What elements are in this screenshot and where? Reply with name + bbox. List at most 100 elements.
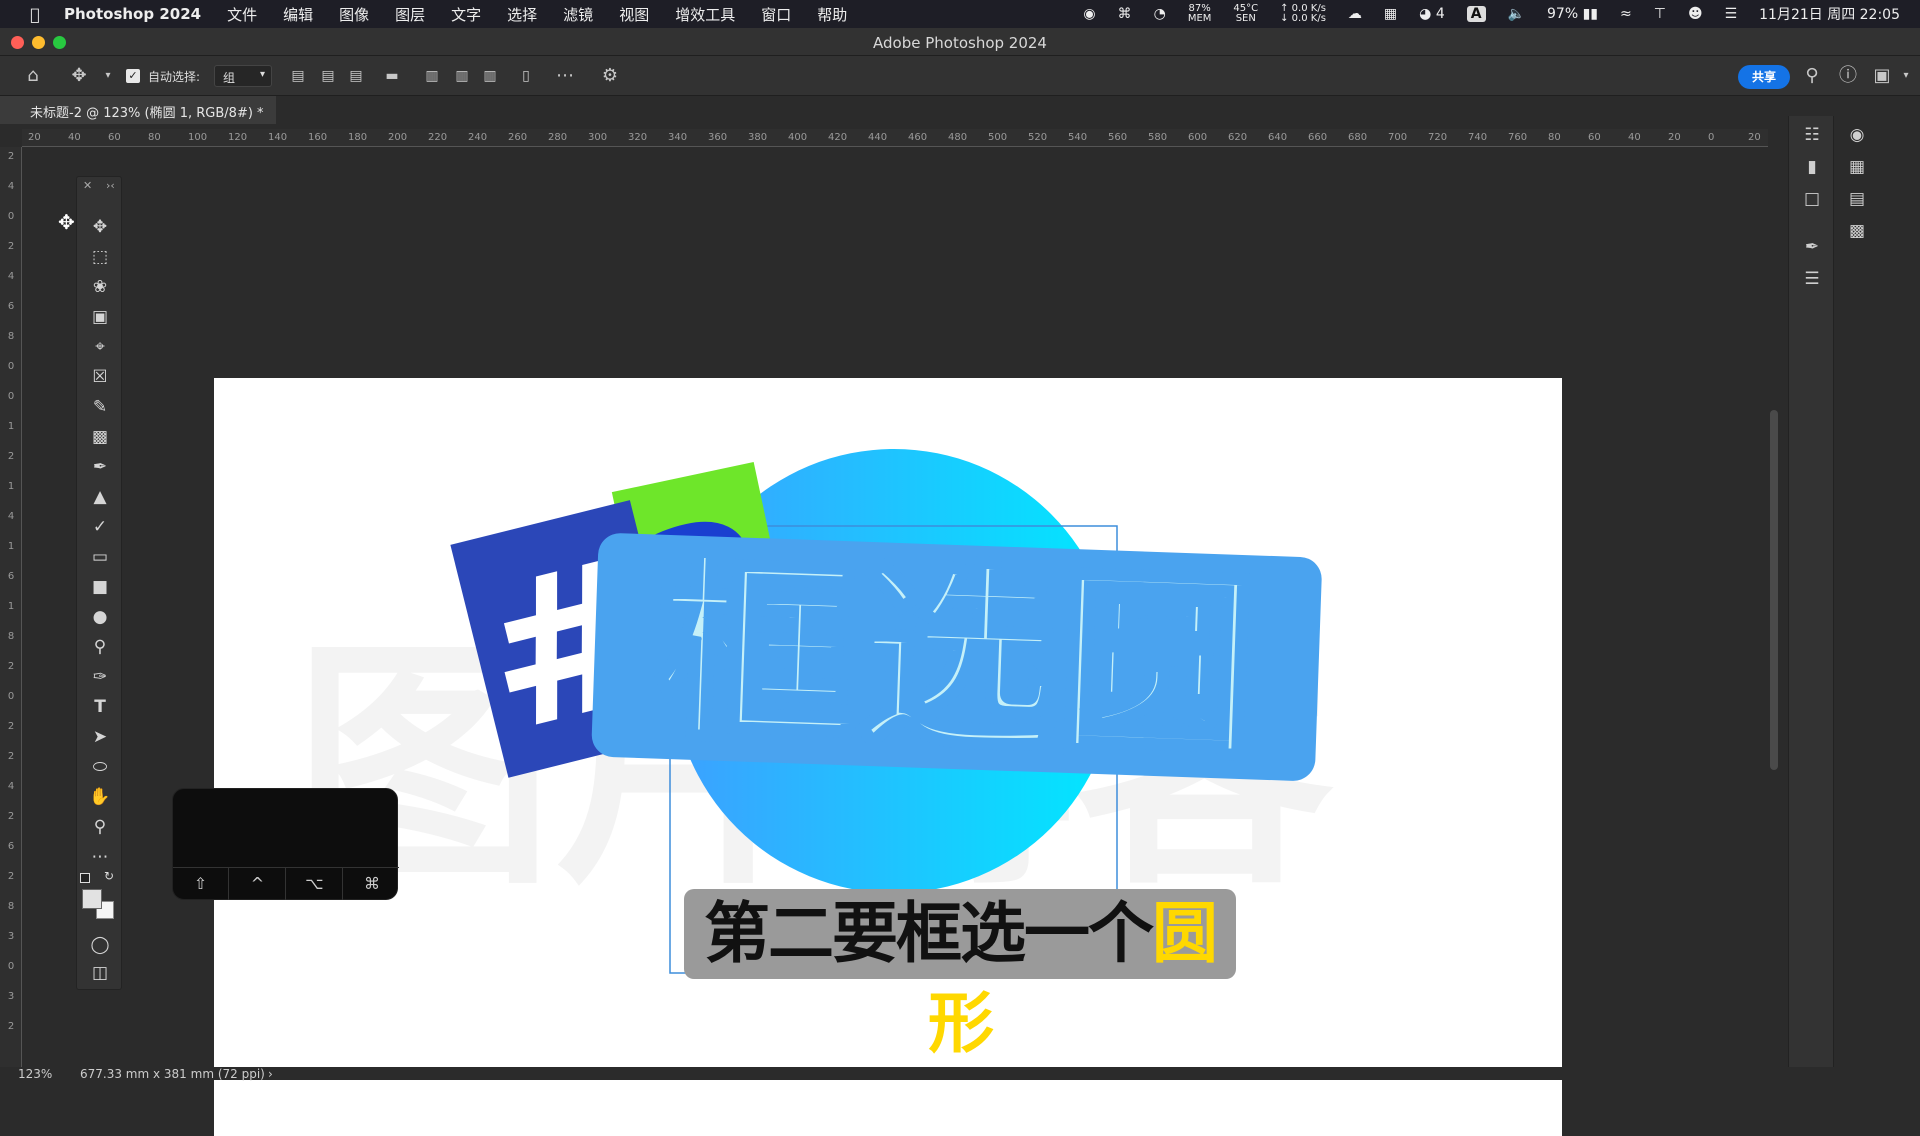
workspace-icon[interactable]: ▣: [1870, 64, 1894, 88]
menu-plugins[interactable]: 增效工具: [675, 4, 735, 25]
hand-tool-icon[interactable]: ✋: [88, 785, 112, 809]
battery-percent: 97%: [1547, 6, 1579, 22]
chevron-down-icon[interactable]: ▾: [96, 64, 120, 88]
home-icon[interactable]: ⌂: [21, 64, 45, 88]
auto-select-dropdown[interactable]: 组 ▾: [214, 65, 272, 87]
vertical-scrollbar[interactable]: [1770, 410, 1778, 770]
swap-colors-icon[interactable]: ↻: [104, 869, 114, 883]
frame-tool-icon[interactable]: ☒: [88, 365, 112, 389]
menu-help[interactable]: 帮助: [817, 4, 847, 25]
ruler-tick-label: 180: [348, 132, 368, 143]
object-select-tool-icon[interactable]: ▣: [88, 305, 112, 329]
history-panel-icon[interactable]: ☷: [1799, 122, 1825, 148]
pen-tool-icon[interactable]: ✑: [88, 665, 112, 689]
chevron-down-icon[interactable]: ▾: [1894, 64, 1918, 88]
grid-app-icon[interactable]: ▦: [1384, 6, 1397, 22]
apple-icon[interactable]: : [24, 5, 46, 24]
align-middle-icon[interactable]: ▥: [450, 64, 474, 88]
gradients-icon[interactable]: ▤: [1844, 186, 1870, 212]
user-icon[interactable]: ☻: [1688, 6, 1703, 22]
move-tool-icon[interactable]: ✥: [88, 215, 112, 239]
gear-icon[interactable]: ⚙: [598, 64, 622, 88]
patterns-icon[interactable]: ▩: [1844, 218, 1870, 244]
swatches-icon[interactable]: ▦: [1844, 154, 1870, 180]
adjustments-panel-icon[interactable]: ☰: [1799, 266, 1825, 292]
stamp-tool-icon[interactable]: ▲: [88, 485, 112, 509]
auto-select-checkbox[interactable]: ✓: [126, 69, 140, 83]
quick-mask-icon[interactable]: ◯: [88, 933, 112, 957]
more-tools-icon[interactable]: ⋯: [88, 845, 112, 869]
type-tool-icon[interactable]: T: [88, 695, 112, 719]
share-button[interactable]: 共享: [1738, 65, 1790, 89]
ellipse-tool-icon[interactable]: ⬭: [88, 755, 112, 779]
tool-icon[interactable]: ⊤: [1654, 6, 1666, 22]
move-tool-preset-icon[interactable]: ✥: [67, 64, 91, 88]
menu-filter[interactable]: 滤镜: [563, 4, 593, 25]
search-icon[interactable]: ⚲: [1800, 64, 1824, 88]
horizontal-ruler[interactable]: 20 40 60 80 100 120 140 160 180 200 220 240 260 280 30…: [22, 129, 1841, 147]
zoom-level[interactable]: 123%: [18, 1067, 52, 1081]
control-center-icon[interactable]: ☰: [1725, 6, 1738, 22]
mem-stat[interactable]: 87% MEM: [1188, 4, 1212, 24]
ruler-tick-label: 660: [1308, 132, 1328, 143]
collapse-icon[interactable]: ›‹: [106, 179, 115, 192]
wechat-icon[interactable]: ◕ 4: [1419, 6, 1445, 22]
help-icon[interactable]: ⓘ: [1836, 64, 1860, 88]
eyedropper-tool-icon[interactable]: ✎: [88, 395, 112, 419]
align-center-icon[interactable]: ▤: [316, 64, 340, 88]
macos-menubar:  Photoshop 2024 文件 编辑 图像 图层 文字 选择 滤镜 视图…: [0, 0, 1920, 28]
input-method-icon[interactable]: A: [1466, 6, 1486, 22]
activity-icon[interactable]: ◔: [1154, 6, 1166, 22]
subtitle-main: 第二要框选一个: [704, 895, 1154, 972]
menu-view[interactable]: 视图: [619, 4, 649, 25]
zoom-tool-icon[interactable]: ⚲: [88, 815, 112, 839]
path-select-tool-icon[interactable]: ➤: [88, 725, 112, 749]
menu-edit[interactable]: 编辑: [283, 4, 313, 25]
blur-tool-icon[interactable]: ●: [88, 605, 112, 629]
align-right-icon[interactable]: ▤: [344, 64, 368, 88]
color-palette-icon[interactable]: ◉: [1844, 122, 1870, 148]
screen-mode-icon[interactable]: ◫: [88, 961, 112, 985]
align-bottom-icon[interactable]: ▥: [478, 64, 502, 88]
brush-settings-icon[interactable]: ✒: [1799, 234, 1825, 260]
comments-panel-icon[interactable]: □: [1799, 186, 1825, 212]
command-icon[interactable]: ⌘: [1118, 6, 1132, 22]
battery-status[interactable]: 97% ▮▮: [1547, 6, 1598, 22]
keystroke-overlay: ⇧ ^ ⌥ ⌘: [172, 788, 399, 900]
net-stat[interactable]: ↑ 0.0 K/s ↓ 0.0 K/s: [1280, 4, 1326, 24]
menu-window[interactable]: 窗口: [761, 4, 791, 25]
clock[interactable]: 11月21日 周四 22:05: [1759, 4, 1900, 24]
distribute-vertical-icon[interactable]: ▯: [514, 64, 538, 88]
healing-brush-tool-icon[interactable]: ▩: [88, 425, 112, 449]
sen-stat[interactable]: 45°C SEN: [1233, 4, 1258, 24]
document-canvas[interactable]: 图片博客 2 # 框选圆: [214, 378, 1562, 1136]
menu-type[interactable]: 文字: [451, 4, 481, 25]
menu-file[interactable]: 文件: [227, 4, 257, 25]
volume-icon[interactable]: 🔈: [1508, 6, 1525, 22]
marquee-tool-icon[interactable]: ⬚: [88, 245, 112, 269]
more-options-icon[interactable]: ⋯: [553, 64, 577, 88]
brush-tool-icon[interactable]: ✒: [88, 455, 112, 479]
crop-tool-icon[interactable]: ⌖: [88, 335, 112, 359]
menu-image[interactable]: 图像: [339, 4, 369, 25]
plugins-panel-icon[interactable]: ▮: [1799, 154, 1825, 180]
align-top-icon[interactable]: ▥: [420, 64, 444, 88]
menu-layer[interactable]: 图层: [395, 4, 425, 25]
menu-select[interactable]: 选择: [507, 4, 537, 25]
dodge-tool-icon[interactable]: ⚲: [88, 635, 112, 659]
gradient-tool-icon[interactable]: ■: [88, 575, 112, 599]
history-brush-tool-icon[interactable]: ✓: [88, 515, 112, 539]
align-left-icon[interactable]: ▤: [286, 64, 310, 88]
wifi-icon[interactable]: ≈: [1620, 6, 1632, 22]
foreground-color-swatch[interactable]: [82, 889, 102, 909]
close-icon[interactable]: ✕: [83, 179, 92, 192]
app-menu[interactable]: Photoshop 2024: [64, 5, 201, 23]
eraser-tool-icon[interactable]: ▭: [88, 545, 112, 569]
cloud-icon[interactable]: ☁: [1348, 6, 1362, 22]
document-tab[interactable]: 未标题-2 @ 123% (椭圆 1, RGB/8#) *: [0, 96, 276, 124]
default-colors-icon[interactable]: [80, 873, 90, 883]
distribute-icon[interactable]: ▬: [380, 64, 404, 88]
lasso-tool-icon[interactable]: ❀: [88, 275, 112, 299]
chevron-right-icon[interactable]: ›: [268, 1067, 273, 1081]
record-icon[interactable]: ◉: [1083, 6, 1095, 22]
